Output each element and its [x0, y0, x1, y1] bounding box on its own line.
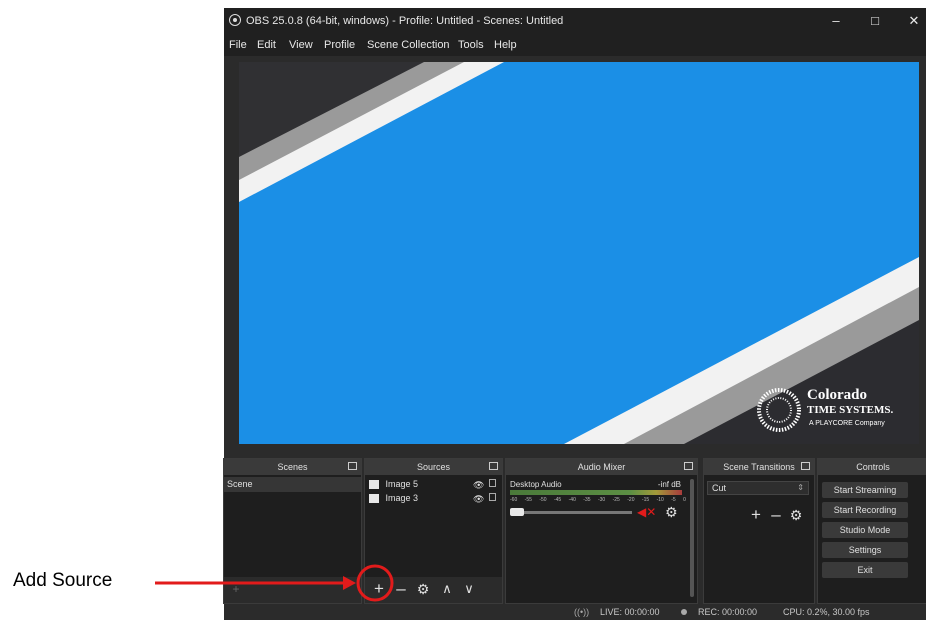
studio-mode-button[interactable]: Studio Mode [822, 522, 908, 538]
scenes-dock: Scenes Scene + [223, 458, 362, 604]
meter-tick: -20 [627, 497, 635, 503]
mute-speaker-icon[interactable]: ◀✕ [637, 505, 656, 519]
scene-transitions-header: Scene Transitions [704, 459, 814, 475]
meter-tick: -45 [553, 497, 562, 503]
transition-select-value: Cut [712, 483, 727, 493]
live-status: LIVE: 00:00:00 [600, 607, 660, 617]
eye-icon[interactable]: 👁 [473, 494, 484, 505]
transition-properties-gear-icon[interactable]: ⚙ [786, 505, 806, 525]
image-source-icon [369, 480, 379, 490]
source-properties-gear-icon[interactable]: ⚙ [413, 579, 433, 599]
rec-status: REC: 00:00:00 [698, 607, 758, 617]
sources-toolbar: + – ⚙ ∧ ∨ [365, 577, 502, 603]
obs-logo-icon [229, 14, 241, 26]
eye-icon[interactable]: 👁 [473, 480, 484, 491]
undock-icon[interactable] [684, 462, 693, 470]
mixer-scrollbar[interactable] [690, 479, 694, 597]
scenes-toolbar: + [224, 577, 361, 603]
meter-tick: -15 [641, 497, 650, 503]
menu-scene-collection[interactable]: Scene Collection [367, 39, 450, 51]
undock-icon[interactable] [348, 462, 357, 470]
menu-file[interactable]: File [229, 39, 247, 51]
sources-header: Sources [365, 459, 502, 475]
colorado-logo: Colorado TIME SYSTEMS. A PLAYCORE Compan… [757, 384, 911, 440]
source-item-label: Image 5 [385, 479, 419, 489]
broadcast-icon: ((•)) [574, 607, 590, 617]
status-bar: ((•)) LIVE: 00:00:00 REC: 00:00:00 CPU: … [224, 604, 926, 620]
title-bar: OBS 25.0.8 (64-bit, windows) - Profile: … [224, 8, 926, 34]
meter-tick: -50 [539, 497, 547, 503]
meter-ticks: -60 -55 -50 -45 -40 -35 -30 -25 -20 -15 … [510, 497, 686, 505]
meter-tick: -25 [612, 497, 620, 503]
move-up-chevron-icon[interactable]: ∧ [437, 579, 457, 599]
rec-dot-icon [681, 609, 687, 615]
audio-mixer-header: Audio Mixer [506, 459, 697, 475]
close-button[interactable]: ✕ [905, 12, 923, 30]
cpu-status: CPU: 0.2%, 30.00 fps [783, 607, 870, 617]
window-title: OBS 25.0.8 (64-bit, windows) - Profile: … [246, 15, 564, 27]
volume-slider-handle[interactable] [510, 508, 524, 516]
source-item-image-3[interactable]: Image 3 [369, 493, 418, 507]
volume-slider-track[interactable] [510, 511, 632, 514]
annotation-label: Add Source [13, 570, 113, 591]
lock-icon[interactable] [489, 479, 496, 487]
meter-tick: -40 [568, 497, 576, 503]
start-streaming-button[interactable]: Start Streaming [822, 482, 908, 498]
volume-meter [510, 490, 682, 495]
minimize-button[interactable]: – [827, 12, 845, 30]
menu-bar: File Edit View Profile Scene Collection … [224, 34, 926, 56]
controls-dock: Controls Start Streaming Start Recording… [817, 458, 926, 604]
audio-mixer-dock: Audio Mixer Desktop Audio -inf dB -60 -5… [505, 458, 698, 604]
audio-settings-gear-icon[interactable]: ⚙ [665, 504, 678, 521]
obs-window: OBS 25.0.8 (64-bit, windows) - Profile: … [223, 8, 926, 620]
move-down-chevron-icon[interactable]: ∨ [459, 579, 479, 599]
mixer-channel-label: Desktop Audio [510, 480, 562, 489]
menu-edit[interactable]: Edit [257, 39, 276, 51]
meter-tick: -30 [597, 497, 606, 503]
add-transition-button[interactable]: + [746, 505, 766, 525]
scenes-header: Scenes [224, 459, 361, 475]
start-recording-button[interactable]: Start Recording [822, 502, 908, 518]
scene-transitions-dock: Scene Transitions Cut ⇕ + – ⚙ [703, 458, 815, 604]
preview-canvas[interactable]: Colorado TIME SYSTEMS. A PLAYCORE Compan… [239, 62, 919, 444]
meter-tick: 0 [683, 497, 686, 503]
add-scene-button[interactable]: + [226, 579, 246, 599]
lock-icon[interactable] [489, 493, 496, 501]
scene-item[interactable]: Scene [224, 477, 361, 492]
add-source-button[interactable]: + [369, 579, 389, 599]
menu-tools[interactable]: Tools [458, 39, 484, 51]
meter-tick: -35 [583, 497, 591, 503]
colorado-emblem-icon [757, 388, 801, 432]
source-item-image-5[interactable]: Image 5 [369, 479, 418, 493]
meter-tick: -60 [510, 497, 518, 503]
transition-select[interactable]: Cut ⇕ [707, 481, 809, 495]
remove-source-button[interactable]: – [391, 579, 411, 599]
spin-arrows-icon: ⇕ [797, 483, 804, 492]
controls-header: Controls [818, 459, 926, 475]
maximize-button[interactable]: □ [866, 12, 884, 30]
remove-transition-button[interactable]: – [766, 505, 786, 525]
meter-tick: -10 [656, 497, 664, 503]
scene-item-label: Scene [227, 479, 253, 489]
settings-button[interactable]: Settings [822, 542, 908, 558]
menu-profile[interactable]: Profile [324, 39, 355, 51]
sources-dock: Sources Image 5 Image 3 👁 👁 + – ⚙ ∧ ∨ [364, 458, 503, 604]
undock-icon[interactable] [801, 462, 810, 470]
logo-line-1: Colorado [807, 387, 867, 403]
undock-icon[interactable] [489, 462, 498, 470]
mixer-level-readout: -inf dB [657, 480, 681, 489]
source-item-label: Image 3 [385, 493, 419, 503]
logo-line-2: TIME SYSTEMS. [807, 404, 894, 416]
image-source-icon [369, 494, 379, 504]
meter-tick: -55 [524, 497, 532, 503]
menu-view[interactable]: View [289, 39, 313, 51]
menu-help[interactable]: Help [494, 39, 517, 51]
exit-button[interactable]: Exit [822, 562, 908, 578]
logo-line-3: A PLAYCORE Company [809, 420, 885, 427]
